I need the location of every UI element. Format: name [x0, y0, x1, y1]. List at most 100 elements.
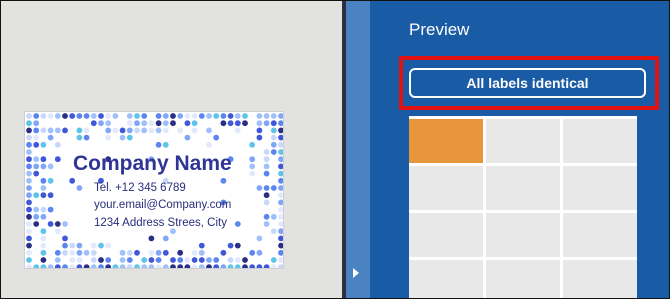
- decorative-dot: [40, 264, 47, 268]
- decorative-dot: [184, 120, 191, 127]
- decorative-dot: [170, 120, 176, 127]
- decorative-dot: [141, 120, 148, 127]
- decorative-dot: [227, 242, 234, 249]
- label-cell[interactable]: [486, 213, 560, 257]
- chevron-right-icon[interactable]: [353, 268, 359, 278]
- decorative-dot: [76, 113, 83, 119]
- decorative-dot: [278, 257, 283, 263]
- decorative-dot: [249, 163, 256, 170]
- phone-text[interactable]: Tel. +12 345 6789: [94, 182, 186, 194]
- address-text[interactable]: 1234 Address Strees, City: [94, 217, 227, 229]
- decorative-dot: [26, 177, 32, 184]
- decorative-dot: [54, 228, 61, 235]
- decorative-dot: [263, 156, 270, 163]
- decorative-dot: [220, 113, 227, 119]
- decorative-dot: [278, 127, 283, 134]
- decorative-dot: [62, 242, 68, 249]
- label-cell[interactable]: [563, 213, 637, 257]
- label-cell[interactable]: [563, 260, 637, 298]
- decorative-dot: [62, 221, 68, 227]
- decorative-dot: [83, 249, 90, 256]
- decorative-dot: [278, 113, 283, 119]
- decorative-dot: [270, 185, 277, 191]
- decorative-dot: [33, 141, 40, 148]
- decorative-dot: [249, 170, 256, 177]
- label-cell[interactable]: [486, 260, 560, 298]
- decorative-dot: [26, 127, 32, 134]
- label-cell-selected[interactable]: [409, 119, 483, 163]
- decorative-dot: [191, 264, 198, 268]
- label-cell[interactable]: [409, 166, 483, 210]
- decorative-dot: [98, 113, 104, 119]
- decorative-dot: [90, 264, 97, 268]
- email-text[interactable]: your.email@Company.com: [94, 199, 231, 211]
- decorative-dot: [263, 163, 270, 170]
- decorative-dot: [33, 206, 40, 213]
- decorative-dot: [47, 163, 54, 170]
- decorative-dot: [90, 120, 97, 127]
- decorative-dot: [170, 257, 176, 263]
- decorative-dot: [54, 249, 61, 256]
- decorative-dot: [76, 185, 83, 191]
- decorative-dot: [177, 257, 184, 263]
- decorative-dot: [263, 170, 270, 177]
- decorative-dot: [198, 242, 205, 249]
- decorative-dot: [256, 134, 263, 141]
- business-card-preview[interactable]: Company Name Tel. +12 345 6789 your.emai…: [24, 111, 284, 269]
- decorative-dot: [69, 264, 76, 268]
- decorative-dot: [278, 249, 283, 256]
- decorative-dot: [33, 170, 40, 177]
- decorative-dot: [33, 163, 40, 170]
- decorative-dot: [263, 113, 270, 119]
- decorative-dot: [26, 120, 32, 127]
- decorative-dot: [213, 134, 220, 141]
- decorative-dot: [62, 235, 68, 242]
- decorative-dot: [40, 249, 47, 256]
- label-cell[interactable]: [409, 213, 483, 257]
- decorative-dot: [263, 221, 270, 227]
- design-canvas: Company Name Tel. +12 345 6789 your.emai…: [1, 1, 342, 298]
- decorative-dot: [141, 113, 148, 119]
- decorative-dot: [191, 120, 198, 127]
- decorative-dot: [40, 185, 47, 191]
- decorative-dot: [33, 113, 40, 119]
- decorative-dot: [263, 120, 270, 127]
- decorative-dot: [112, 264, 119, 268]
- decorative-dot: [83, 134, 90, 141]
- decorative-dot: [54, 156, 61, 163]
- decorative-dot: [134, 113, 140, 119]
- all-labels-identical-button[interactable]: All labels identical: [409, 68, 646, 98]
- decorative-dot: [227, 257, 234, 263]
- decorative-dot: [256, 249, 263, 256]
- label-cell[interactable]: [486, 166, 560, 210]
- decorative-dot: [227, 113, 234, 119]
- label-cell[interactable]: [409, 260, 483, 298]
- decorative-dot: [126, 249, 133, 256]
- decorative-dot: [105, 120, 112, 127]
- decorative-dot: [198, 113, 205, 119]
- decorative-dot: [234, 257, 241, 263]
- decorative-dot: [278, 264, 283, 268]
- decorative-dot: [33, 120, 40, 127]
- decorative-dot: [278, 149, 283, 155]
- decorative-dot: [26, 221, 32, 227]
- decorative-dot: [26, 163, 32, 170]
- company-name-text[interactable]: Company Name: [73, 152, 232, 176]
- decorative-dot: [26, 185, 32, 191]
- label-cell[interactable]: [563, 166, 637, 210]
- decorative-dot: [256, 127, 263, 134]
- panel-toggle-strip[interactable]: [346, 1, 370, 298]
- decorative-dot: [54, 221, 61, 227]
- decorative-dot: [40, 141, 47, 148]
- decorative-dot: [155, 120, 162, 127]
- decorative-dot: [256, 235, 263, 242]
- label-cell[interactable]: [486, 119, 560, 163]
- decorative-dot: [69, 113, 76, 119]
- decorative-dot: [256, 120, 263, 127]
- decorative-dot: [263, 149, 270, 155]
- decorative-dot: [40, 235, 47, 242]
- label-cell[interactable]: [563, 119, 637, 163]
- decorative-dot: [26, 242, 32, 249]
- decorative-dot: [62, 249, 68, 256]
- decorative-dot: [155, 127, 162, 134]
